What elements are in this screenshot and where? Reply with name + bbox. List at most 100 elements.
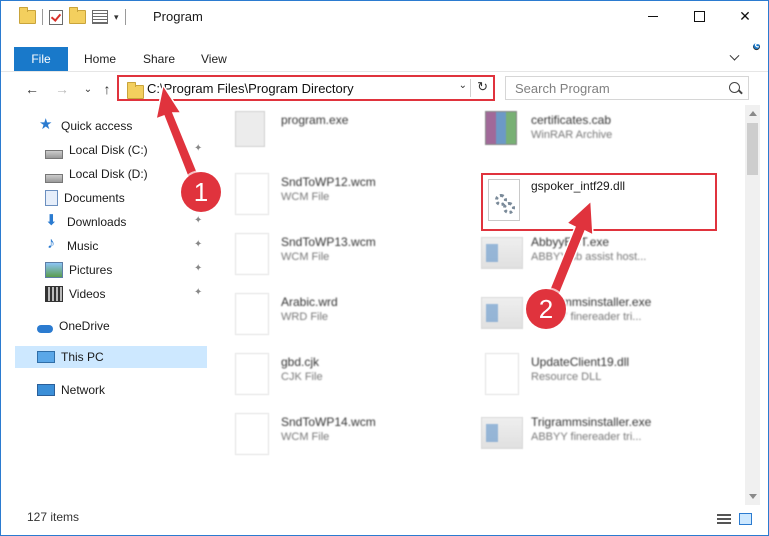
sidebar-item-documents[interactable]: Documents: [45, 187, 125, 209]
file-icon: [235, 413, 269, 455]
file-name: Trigrammsinstaller.exe: [531, 415, 652, 429]
maximize-button[interactable]: [676, 1, 722, 31]
videos-icon: [45, 286, 63, 302]
new-folder-icon[interactable]: [69, 7, 86, 24]
sidebar-item-local-disk-c[interactable]: Local Disk (C:): [45, 139, 148, 161]
file-type: ABBYY finereader tri...: [531, 431, 642, 443]
exe-icon: [481, 237, 523, 269]
file-icon: [235, 293, 269, 335]
file-name: Arabic.wrd: [281, 295, 338, 309]
forward-button[interactable]: →: [53, 80, 71, 98]
folder-icon[interactable]: [19, 7, 36, 24]
tab-file[interactable]: File: [14, 47, 68, 71]
qat-dropdown-icon[interactable]: ▾: [114, 12, 119, 23]
list-item[interactable]: gbd.cjk CJK File: [215, 347, 455, 403]
details-view-icon[interactable]: [717, 514, 731, 525]
address-dropdown-button[interactable]: ⌄: [459, 80, 467, 91]
pictures-icon: [45, 262, 63, 278]
scroll-down-icon[interactable]: [749, 494, 757, 499]
list-item[interactable]: certificates.cab WinRAR Archive: [465, 105, 705, 161]
sidebar-item-label: Music: [67, 239, 99, 253]
close-button[interactable]: ✕: [722, 1, 768, 31]
file-name: SndToWP12.wcm: [281, 175, 376, 189]
disk-icon: [45, 173, 63, 183]
vertical-scrollbar[interactable]: [745, 105, 760, 505]
title-bar: ▾ Program ✕: [1, 1, 768, 33]
file-icon: [235, 111, 265, 147]
file-name: certificates.cab: [531, 113, 612, 127]
music-icon: [45, 235, 61, 253]
help-icon: ?: [751, 37, 765, 52]
exe-icon: [481, 417, 523, 449]
sidebar-item-local-disk-d[interactable]: Local Disk (D:): [45, 163, 148, 185]
maximize-icon: [693, 10, 705, 22]
file-icon: [235, 233, 269, 275]
file-name: SndToWP13.wcm: [281, 235, 376, 249]
file-type: WCM File: [281, 251, 330, 263]
tab-view[interactable]: View: [201, 52, 227, 66]
explorer-window: ▾ Program ✕ File Home Share View ? ← → ⌄…: [0, 0, 769, 536]
window-title: Program: [153, 9, 203, 24]
sidebar-item-label: OneDrive: [59, 319, 110, 333]
list-item[interactable]: SndToWP13.wcm WCM File: [215, 227, 455, 283]
list-item[interactable]: Arabic.wrd WRD File: [215, 287, 455, 343]
sidebar-item-label: Downloads: [67, 215, 127, 229]
list-item[interactable]: Trigrammsinstaller.exe ABBYY finereader …: [465, 407, 705, 463]
customize-icon[interactable]: [92, 10, 108, 24]
search-placeholder[interactable]: Search Program: [515, 81, 610, 96]
sidebar-item-videos[interactable]: Videos: [45, 283, 105, 305]
documents-icon: [45, 190, 58, 206]
pin-icon[interactable]: ✦: [194, 239, 202, 250]
toolbar-divider: [124, 9, 126, 25]
file-name: gspoker_intf29.dll: [531, 179, 626, 193]
network-icon: [37, 384, 55, 396]
navigation-bar: ← → ⌄ ↑ C:\Program Files\Program Directo…: [1, 75, 768, 103]
file-type: WCM File: [281, 191, 330, 203]
star-icon: [39, 115, 55, 133]
search-input[interactable]: Search Program: [505, 76, 749, 100]
sidebar-item-onedrive[interactable]: OneDrive: [37, 315, 110, 337]
sidebar-item-label: This PC: [61, 350, 104, 364]
list-item[interactable]: SndToWP14.wcm WCM File: [215, 407, 455, 463]
sidebar-item-label: Quick access: [61, 119, 133, 133]
sidebar-item-label: Documents: [64, 191, 125, 205]
help-button[interactable]: ?: [742, 37, 765, 66]
toolbar-divider: [42, 9, 43, 25]
sidebar-item-music[interactable]: Music: [45, 235, 98, 257]
cloud-icon: [37, 325, 53, 333]
pin-icon[interactable]: ✦: [194, 287, 202, 298]
list-item[interactable]: program.exe: [215, 105, 455, 161]
minimize-button[interactable]: [630, 1, 676, 31]
list-item[interactable]: UpdateClient19.dll Resource DLL: [465, 347, 705, 403]
refresh-button[interactable]: ↻: [477, 79, 488, 95]
file-name: SndToWP14.wcm: [281, 415, 376, 429]
ribbon: File Home Share View ?: [1, 37, 768, 72]
scroll-up-icon[interactable]: [749, 111, 757, 116]
sidebar-item-quick-access[interactable]: Quick access: [39, 115, 132, 137]
minimize-icon: [648, 15, 658, 17]
search-icon[interactable]: [729, 82, 740, 93]
sidebar-item-this-pc[interactable]: This PC: [15, 346, 207, 368]
item-count: 127 items: [27, 510, 80, 524]
properties-check-icon[interactable]: [49, 9, 63, 25]
sidebar-item-network[interactable]: Network: [37, 379, 105, 401]
file-name: program.exe: [281, 113, 349, 127]
quick-access-toolbar: ▾: [19, 7, 126, 25]
sidebar-item-label: Network: [61, 383, 106, 397]
ribbon-expand-button[interactable]: [726, 50, 742, 66]
back-button[interactable]: ←: [23, 80, 41, 98]
up-button[interactable]: ↑: [98, 80, 116, 98]
chevron-down-icon: [729, 50, 739, 61]
tab-home[interactable]: Home: [84, 52, 116, 66]
sidebar-item-pictures[interactable]: Pictures: [45, 259, 112, 281]
tab-share[interactable]: Share: [143, 52, 175, 66]
sidebar-item-downloads[interactable]: Downloads: [45, 211, 126, 233]
recent-locations-button[interactable]: ⌄: [79, 80, 97, 98]
pin-icon[interactable]: ✦: [194, 263, 202, 274]
large-icons-view-icon[interactable]: [739, 513, 752, 525]
scroll-thumb[interactable]: [747, 123, 758, 175]
pin-icon[interactable]: ✦: [194, 215, 202, 226]
list-item[interactable]: SndToWP12.wcm WCM File: [215, 167, 455, 223]
file-type: WCM File: [281, 431, 330, 443]
dll-icon: [485, 353, 519, 395]
